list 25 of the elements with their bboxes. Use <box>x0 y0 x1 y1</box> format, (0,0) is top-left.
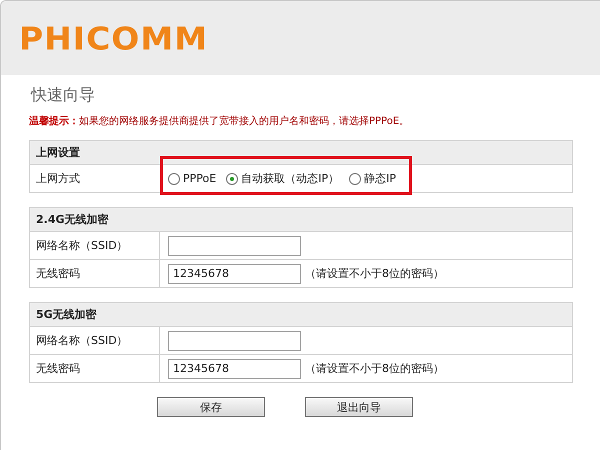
row-label: 上网方式 <box>35 171 81 187</box>
input-field[interactable] <box>168 236 301 256</box>
input-field[interactable]: 12345678 <box>168 358 301 378</box>
row-label: 无线密码 <box>30 355 160 382</box>
hint-text: （请设置不小于8位的密码） <box>305 361 444 376</box>
radio-icon[interactable] <box>168 172 180 184</box>
notice-text: 温馨提示：如果您的网络服务提供商提供了宽带接入的用户名和密码，请选择PPPoE。 <box>29 114 410 128</box>
section-header: 2.4G无线加密 <box>30 208 572 232</box>
hint-text: （请设置不小于8位的密码） <box>305 266 444 281</box>
page-title: 快速向导 <box>31 85 96 106</box>
radio-icon[interactable] <box>349 172 362 184</box>
action-button[interactable]: 退出向导 <box>305 397 413 417</box>
section-header: 5G无线加密 <box>30 303 572 327</box>
radio-option[interactable]: 自动获取（动态IP） <box>226 171 340 186</box>
row-label: 网络名称（SSID） <box>30 327 160 354</box>
radio-icon[interactable] <box>226 172 238 184</box>
input-field[interactable]: 12345678 <box>168 264 301 284</box>
section-header: 上网设置 <box>30 141 572 165</box>
action-button[interactable]: 保存 <box>157 397 265 417</box>
row-label: 无线密码 <box>30 260 160 287</box>
radio-option[interactable]: PPPoE <box>168 172 216 185</box>
row-label: 网络名称（SSID） <box>30 232 160 259</box>
input-field[interactable] <box>168 330 301 350</box>
logo: PHICOMM <box>19 19 208 57</box>
radio-option[interactable]: 静态IP <box>349 171 396 186</box>
